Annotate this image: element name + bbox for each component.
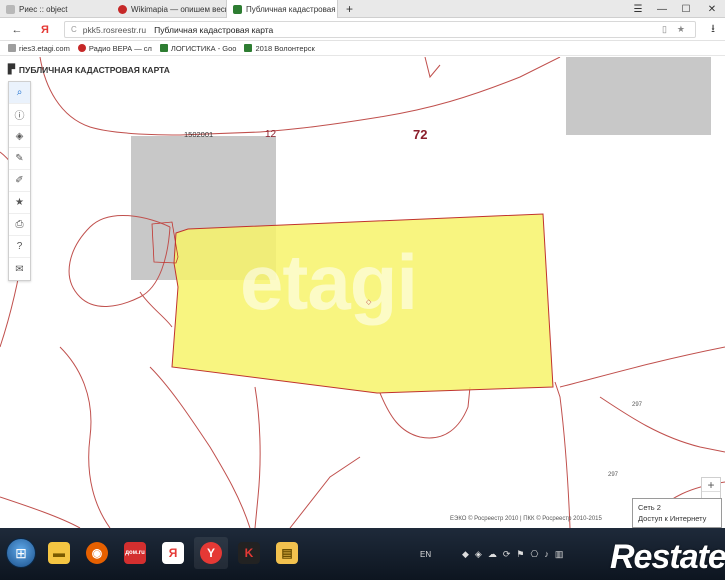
- tray-cloud-icon[interactable]: ☁: [488, 549, 497, 560]
- url-page-title: Публичная кадастровая карта: [154, 24, 274, 35]
- tray-speaker-icon[interactable]: ♪: [544, 549, 549, 559]
- bookmark-favicon-icon: [159, 44, 168, 52]
- measure-tool-icon[interactable]: ✐: [9, 170, 30, 192]
- search-tool-icon[interactable]: ⌕: [9, 82, 30, 104]
- network-name: Сеть 2: [638, 503, 661, 512]
- tab-favicon-icon: [6, 4, 15, 14]
- close-icon[interactable]: ✕: [700, 0, 724, 18]
- parcel-number-297-b: 297: [608, 472, 619, 478]
- map-title: ▛ ПУБЛИЧНАЯ КАДАСТРОВАЯ КАРТА: [8, 64, 170, 75]
- tray-network-icon[interactable]: ▥: [555, 549, 564, 560]
- tab-favicon-icon: [118, 4, 127, 14]
- tab-bar: Риес :: object Wikimapia — опишем весь П…: [0, 0, 725, 19]
- yandex-icon[interactable]: Я: [36, 21, 54, 38]
- url-domain: pkk5.rosreestr.ru: [82, 24, 147, 35]
- taskbar-domru-app[interactable]: дом.ru: [118, 537, 152, 569]
- gray-tile-right: [566, 57, 711, 135]
- map-logo-icon: ▛: [8, 64, 15, 74]
- bookmark-label: ries3.etagi.com: [19, 43, 70, 53]
- taskbar-yandex-app[interactable]: Я: [156, 537, 190, 569]
- quarter-number-72: 72: [413, 127, 428, 142]
- zoom-in-button[interactable]: +: [702, 478, 720, 492]
- bookmark-logistika[interactable]: ЛОГИСТИКА - Goo: [159, 43, 237, 53]
- tab-label: Публичная кадастровая: [246, 5, 336, 14]
- browser-menu-icon[interactable]: ☰: [626, 0, 650, 18]
- map-toolbar: ⌕ ⓘ ◈ ✎ ✐ ★ ⎙ ? ✉: [8, 81, 31, 281]
- taskbar-explorer-app[interactable]: ▤: [270, 537, 304, 569]
- quarter-code-label: 1502001: [184, 130, 214, 139]
- map-title-text: ПУБЛИЧНАЯ КАДАСТРОВАЯ КАРТА: [18, 64, 170, 75]
- bookmark-volunteer[interactable]: 2018 Волонтерск: [244, 43, 315, 53]
- print-tool-icon[interactable]: ⎙: [9, 214, 30, 236]
- language-indicator[interactable]: EN: [420, 528, 431, 580]
- folder-icon: ▬: [48, 542, 70, 564]
- draw-tool-icon[interactable]: ✎: [9, 148, 30, 170]
- network-tooltip: Сеть 2 Доступ к Интернету: [632, 498, 722, 528]
- dom-ru-icon: дом.ru: [124, 542, 146, 564]
- back-icon[interactable]: ←: [8, 21, 26, 38]
- bookmark-label: Радио ВЕРА — сл: [88, 43, 152, 53]
- layers-tool-icon[interactable]: ◈: [9, 126, 30, 148]
- reload-icon[interactable]: C: [71, 25, 77, 34]
- bookmark-favicon-icon: [8, 44, 16, 52]
- parcel-marker-icon: ◇: [366, 299, 372, 306]
- minimize-icon[interactable]: —: [650, 0, 674, 18]
- mail-tool-icon[interactable]: ✉: [9, 258, 30, 280]
- tray-flag-icon[interactable]: ⚑: [516, 549, 524, 560]
- tray-shield-icon[interactable]: ◆: [462, 549, 469, 560]
- bookmark-label: ЛОГИСТИКА - Goo: [170, 43, 237, 53]
- page-info-icon[interactable]: ▯: [662, 24, 667, 35]
- start-button[interactable]: ⊞: [6, 538, 36, 568]
- download-icon[interactable]: ⭳: [704, 21, 722, 38]
- tab-riesobject[interactable]: Риес :: object: [0, 0, 112, 18]
- tray-update-icon[interactable]: ⟳: [503, 549, 511, 560]
- cadastral-map[interactable]: etagi ▛ ПУБЛИЧНАЯ КАДАСТРОВАЯ КАРТА ⌕ ⓘ …: [0, 57, 725, 528]
- taskbar-kaspersky-app[interactable]: K: [232, 537, 266, 569]
- parcel-number-297-a: 297: [632, 402, 643, 408]
- taskbar-yandex-browser-app[interactable]: Y: [194, 537, 228, 569]
- tab-wikimapia[interactable]: Wikimapia — опишем весь: [112, 0, 226, 18]
- yandex-app-icon: Я: [162, 542, 184, 564]
- taskbar-folder-app[interactable]: ▬: [42, 537, 76, 569]
- taskbar-firefox-app[interactable]: ◉: [80, 537, 114, 569]
- tray-antivirus-icon[interactable]: ◈: [475, 549, 482, 560]
- tray-usb-icon[interactable]: ⎔: [530, 549, 538, 560]
- tab-label: Риес :: object: [19, 4, 68, 14]
- favorites-tool-icon[interactable]: ★: [9, 192, 30, 214]
- explorer-icon: ▤: [276, 542, 298, 564]
- firefox-icon: ◉: [86, 542, 108, 564]
- bookmark-ries3[interactable]: ries3.etagi.com: [8, 44, 70, 53]
- bookmark-star-icon[interactable]: ★: [677, 24, 685, 35]
- bookmark-label: 2018 Волонтерск: [255, 43, 315, 53]
- tab-rosreestr[interactable]: Публичная кадастровая: [226, 0, 338, 19]
- map-copyright: ЕЭКО © Росреестр 2010 | ПКК © Росреестр …: [450, 516, 602, 522]
- system-tray: ◆ ◈ ☁ ⟳ ⚑ ⎔ ♪ ▥: [462, 528, 563, 580]
- new-tab-button[interactable]: +: [340, 0, 358, 18]
- bookmark-radio-vera[interactable]: Радио ВЕРА — сл: [77, 43, 152, 53]
- maximize-icon[interactable]: ☐: [674, 0, 698, 18]
- bookmarks-bar: ries3.etagi.com Радио ВЕРА — сл ЛОГИСТИК…: [0, 41, 725, 56]
- url-field[interactable]: C pkk5.rosreestr.ru Публичная кадастрова…: [64, 21, 696, 38]
- network-status: Доступ к Интернету: [638, 514, 707, 523]
- tab-favicon-icon: [233, 5, 242, 14]
- quarter-number-12: 12: [265, 129, 277, 140]
- help-tool-icon[interactable]: ?: [9, 236, 30, 258]
- kaspersky-icon: K: [238, 542, 260, 564]
- restate-watermark: Restate: [610, 538, 725, 576]
- etagi-watermark: etagi: [240, 238, 418, 326]
- tab-label: Wikimapia — опишем весь: [131, 4, 226, 14]
- bookmark-favicon-icon: [244, 44, 253, 52]
- address-bar: ← Я C pkk5.rosreestr.ru Публичная кадаст…: [0, 18, 725, 41]
- info-tool-icon[interactable]: ⓘ: [9, 104, 30, 126]
- bookmark-favicon-icon: [77, 44, 86, 52]
- yandex-browser-icon: Y: [200, 542, 222, 564]
